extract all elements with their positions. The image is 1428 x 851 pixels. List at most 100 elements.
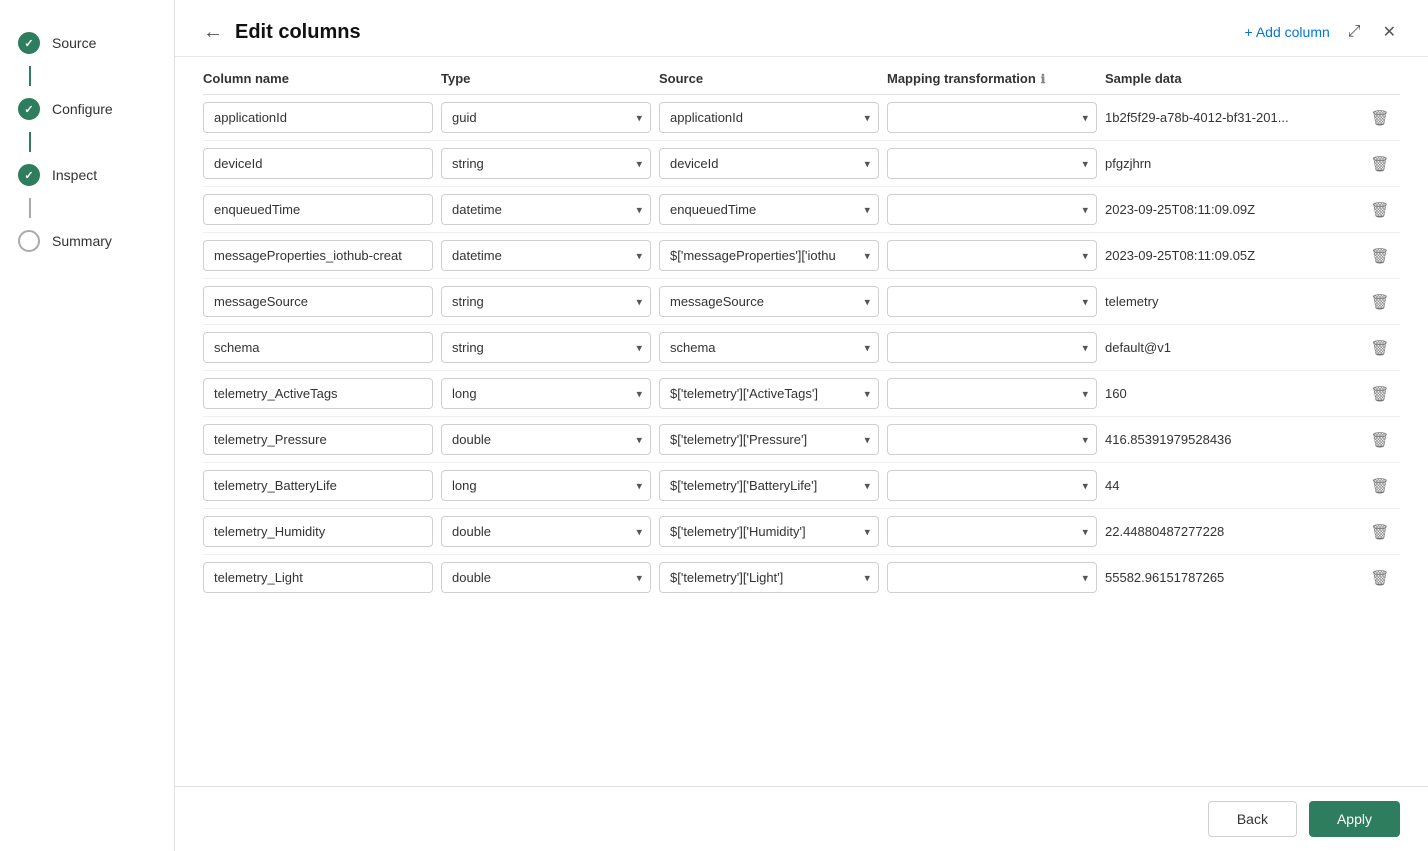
table-row: guidstringdatetimelongdoubleintbooleanfl… [203, 463, 1400, 509]
column-name-input[interactable] [203, 516, 433, 547]
sidebar-item-summary[interactable]: Summary [0, 218, 174, 264]
type-select-wrapper: guidstringdatetimelongdoubleintbooleanfl… [441, 194, 651, 225]
mapping-select[interactable] [887, 332, 1097, 363]
mapping-select[interactable] [887, 470, 1097, 501]
delete-row-button[interactable]: 🗑 [1360, 427, 1400, 453]
delete-row-button[interactable]: 🗑 [1360, 335, 1400, 361]
type-select[interactable]: guidstringdatetimelongdoubleintbooleanfl… [441, 286, 651, 317]
source-select[interactable]: $['telemetry']['ActiveTags'] [659, 378, 879, 409]
trash-icon: 🗑 [1370, 293, 1389, 311]
source-select-wrapper: $['telemetry']['Light']▾ [659, 562, 879, 593]
type-select[interactable]: guidstringdatetimelongdoubleintbooleanfl… [441, 194, 651, 225]
column-name-input[interactable] [203, 332, 433, 363]
trash-icon: 🗑 [1370, 569, 1389, 587]
close-button[interactable]: ✕ [1379, 18, 1400, 46]
source-select[interactable]: schema [659, 332, 879, 363]
table-row: guidstringdatetimelongdoubleintbooleanfl… [203, 141, 1400, 187]
mapping-select[interactable] [887, 516, 1097, 547]
table-area: Column name Type Source Mapping transfor… [175, 57, 1428, 786]
column-name-input[interactable] [203, 470, 433, 501]
sample-data-value: 44 [1105, 478, 1352, 493]
type-select[interactable]: guidstringdatetimelongdoubleintbooleanfl… [441, 102, 651, 133]
expand-button[interactable]: ⤢ [1344, 19, 1365, 45]
main-content: ← Edit columns + Add column ⤢ ✕ Column n… [175, 0, 1428, 851]
mapping-select[interactable] [887, 286, 1097, 317]
delete-row-button[interactable]: 🗑 [1360, 151, 1400, 177]
table-row: guidstringdatetimelongdoubleintbooleanfl… [203, 279, 1400, 325]
source-select[interactable]: $['telemetry']['Pressure'] [659, 424, 879, 455]
header-left: ← Edit columns [203, 21, 361, 44]
source-select-wrapper: $['telemetry']['ActiveTags']▾ [659, 378, 879, 409]
add-column-button[interactable]: + Add column [1245, 24, 1330, 40]
mapping-info-icon: ℹ [1041, 72, 1046, 86]
page-footer: Back Apply [175, 786, 1428, 851]
column-name-input[interactable] [203, 286, 433, 317]
source-select[interactable]: $['messageProperties']['iothu [659, 240, 879, 271]
sample-data-value: pfgzjhrn [1105, 156, 1352, 171]
type-select[interactable]: guidstringdatetimelongdoubleintbooleanfl… [441, 332, 651, 363]
delete-row-button[interactable]: 🗑 [1360, 289, 1400, 315]
trash-icon: 🗑 [1370, 477, 1389, 495]
column-name-input[interactable] [203, 102, 433, 133]
source-select[interactable]: applicationId [659, 102, 879, 133]
delete-row-button[interactable]: 🗑 [1360, 197, 1400, 223]
mapping-select[interactable] [887, 102, 1097, 133]
mapping-select[interactable] [887, 148, 1097, 179]
delete-row-button[interactable]: 🗑 [1360, 381, 1400, 407]
column-name-input[interactable] [203, 148, 433, 179]
source-select[interactable]: messageSource [659, 286, 879, 317]
source-select-wrapper: $['telemetry']['BatteryLife']▾ [659, 470, 879, 501]
step-circle-inspect [18, 164, 40, 186]
sidebar-item-source[interactable]: Source [0, 20, 174, 66]
delete-row-button[interactable]: 🗑 [1360, 519, 1400, 545]
sidebar-item-configure[interactable]: Configure [0, 86, 174, 132]
mapping-select[interactable] [887, 194, 1097, 225]
trash-icon: 🗑 [1370, 523, 1389, 541]
column-name-input[interactable] [203, 240, 433, 271]
type-select-wrapper: guidstringdatetimelongdoubleintbooleanfl… [441, 378, 651, 409]
type-select[interactable]: guidstringdatetimelongdoubleintbooleanfl… [441, 562, 651, 593]
type-select[interactable]: guidstringdatetimelongdoubleintbooleanfl… [441, 516, 651, 547]
trash-icon: 🗑 [1370, 109, 1389, 127]
back-button[interactable]: Back [1208, 801, 1297, 837]
close-icon: ✕ [1383, 24, 1396, 41]
sidebar-item-inspect[interactable]: Inspect [0, 152, 174, 198]
page-header: ← Edit columns + Add column ⤢ ✕ [175, 0, 1428, 57]
source-select-wrapper: $['messageProperties']['iothu▾ [659, 240, 879, 271]
delete-row-button[interactable]: 🗑 [1360, 473, 1400, 499]
source-select[interactable]: $['telemetry']['Humidity'] [659, 516, 879, 547]
header-source: Source [659, 71, 879, 86]
mapping-select[interactable] [887, 378, 1097, 409]
column-name-input[interactable] [203, 562, 433, 593]
back-nav-button[interactable]: ← [203, 21, 223, 44]
source-select[interactable]: enqueuedTime [659, 194, 879, 225]
apply-button[interactable]: Apply [1309, 801, 1400, 837]
delete-row-button[interactable]: 🗑 [1360, 105, 1400, 131]
type-select[interactable]: guidstringdatetimelongdoubleintbooleanfl… [441, 470, 651, 501]
page-title: Edit columns [235, 21, 361, 44]
sidebar: Source Configure Inspect Summary [0, 0, 175, 851]
connector-1 [29, 66, 31, 86]
column-name-input[interactable] [203, 378, 433, 409]
column-name-input[interactable] [203, 194, 433, 225]
mapping-select[interactable] [887, 424, 1097, 455]
sample-data-value: 22.44880487277228 [1105, 524, 1352, 539]
delete-row-button[interactable]: 🗑 [1360, 565, 1400, 591]
mapping-select-wrapper: ▾ [887, 240, 1097, 271]
type-select[interactable]: guidstringdatetimelongdoubleintbooleanfl… [441, 424, 651, 455]
mapping-select-wrapper: ▾ [887, 424, 1097, 455]
type-select[interactable]: guidstringdatetimelongdoubleintbooleanfl… [441, 148, 651, 179]
type-select-wrapper: guidstringdatetimelongdoubleintbooleanfl… [441, 286, 651, 317]
type-select[interactable]: guidstringdatetimelongdoubleintbooleanfl… [441, 378, 651, 409]
mapping-select[interactable] [887, 240, 1097, 271]
table-row: guidstringdatetimelongdoubleintbooleanfl… [203, 555, 1400, 600]
column-name-input[interactable] [203, 424, 433, 455]
source-select[interactable]: deviceId [659, 148, 879, 179]
source-select[interactable]: $['telemetry']['BatteryLife'] [659, 470, 879, 501]
expand-icon: ⤢ [1348, 23, 1361, 40]
mapping-select[interactable] [887, 562, 1097, 593]
type-select[interactable]: guidstringdatetimelongdoubleintbooleanfl… [441, 240, 651, 271]
type-select-wrapper: guidstringdatetimelongdoubleintbooleanfl… [441, 332, 651, 363]
source-select[interactable]: $['telemetry']['Light'] [659, 562, 879, 593]
delete-row-button[interactable]: 🗑 [1360, 243, 1400, 269]
